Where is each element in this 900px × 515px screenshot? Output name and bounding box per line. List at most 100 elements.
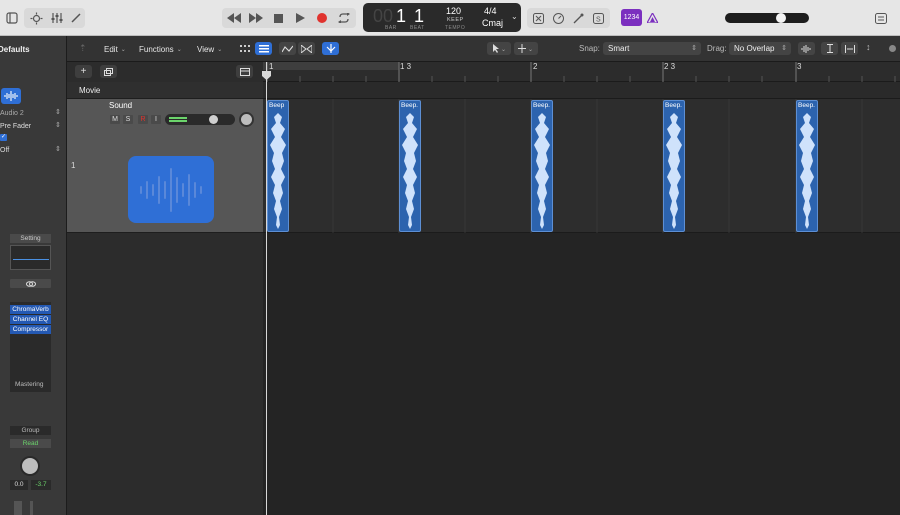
input-monitor-button[interactable]: I <box>151 115 161 124</box>
solo-button[interactable]: S <box>123 115 133 124</box>
replace-icon[interactable] <box>530 9 546 27</box>
movie-track-header[interactable]: Movie <box>67 82 263 99</box>
inspector-title[interactable]: Defaults <box>0 45 30 54</box>
drag-select[interactable]: No Overlap ⇕ <box>729 42 791 55</box>
lcd-tempo: 120 <box>446 6 462 16</box>
setting-button[interactable]: Setting <box>10 234 51 243</box>
audio-region[interactable]: Beep. <box>399 100 421 232</box>
automation-stepper-icon[interactable]: ⇕ <box>55 145 61 153</box>
lcd-beat: 1 <box>414 6 425 26</box>
link-icon[interactable] <box>10 279 51 288</box>
global-tracks-icon[interactable] <box>236 65 253 78</box>
resize-icon[interactable]: ↕ <box>866 42 871 52</box>
send-position-label[interactable]: Pre Fader <box>0 123 31 130</box>
output-stepper-icon[interactable]: ⇕ <box>55 108 61 116</box>
track-meter <box>169 117 187 119</box>
track-volume-knob[interactable] <box>209 115 218 124</box>
count-in-icon[interactable] <box>570 9 586 27</box>
duplicate-track-icon[interactable] <box>100 65 117 78</box>
fast-forward-icon[interactable] <box>247 9 265 27</box>
mute-button[interactable]: M <box>110 115 120 124</box>
ruler-label: 1 3 <box>400 62 412 71</box>
fader-cap[interactable] <box>14 501 22 515</box>
automation-read-button[interactable]: Read <box>10 439 51 448</box>
rewind-icon[interactable] <box>225 9 243 27</box>
snap-label: Snap: <box>579 44 600 53</box>
plugin-slot-compressor[interactable]: Compressor <box>10 325 51 334</box>
snap-select[interactable]: Smart ⇕ <box>603 42 701 55</box>
catch-playhead-icon[interactable] <box>322 42 339 55</box>
cycle-icon[interactable] <box>336 9 352 27</box>
vertical-zoom-icon[interactable] <box>821 42 838 55</box>
play-icon[interactable] <box>292 9 308 27</box>
movie-lane[interactable] <box>263 82 900 99</box>
smart-controls-icon[interactable] <box>28 9 44 27</box>
tuner-icon[interactable] <box>550 9 566 27</box>
master-volume-slider[interactable] <box>725 13 809 23</box>
group-button[interactable]: Group <box>10 426 51 435</box>
pan-knob[interactable] <box>20 456 40 476</box>
grid-view-icon[interactable] <box>236 42 253 55</box>
track-pan-knob[interactable] <box>239 112 254 127</box>
eq-display[interactable] <box>10 245 51 270</box>
list-editors-icon[interactable] <box>873 9 889 27</box>
editors-icon[interactable] <box>68 9 84 27</box>
arrange-empty-area[interactable] <box>263 233 900 515</box>
stop-icon[interactable] <box>270 9 286 27</box>
audio-region[interactable]: Beep. <box>663 100 685 232</box>
crosshair-tool-icon[interactable]: ⌄ <box>514 42 538 55</box>
svg-text:⌄: ⌄ <box>528 47 533 53</box>
automation-mode-label[interactable]: Off <box>0 147 9 154</box>
send-stepper-icon[interactable]: ⇕ <box>55 121 61 129</box>
audio-region[interactable]: Beep. <box>796 100 818 232</box>
list-view-icon[interactable] <box>255 42 272 55</box>
view-menu[interactable]: View ⌄ <box>197 42 222 56</box>
mastering-label[interactable]: Mastering <box>15 381 44 388</box>
track-waveform-icon <box>128 156 214 223</box>
drag-value: No Overlap <box>734 44 775 53</box>
record-enable-button[interactable]: R <box>138 115 148 124</box>
mixer-icon[interactable] <box>49 9 65 27</box>
lcd-dim-digits: 00 <box>373 6 394 26</box>
stepper-icon: ⇕ <box>781 45 787 52</box>
region-title: Beep <box>269 102 285 109</box>
view-menu-label: View <box>197 44 215 54</box>
output-label[interactable]: Audio 2 <box>0 110 24 117</box>
library-icon[interactable] <box>4 9 20 27</box>
lcd-bar: 1 <box>396 6 407 26</box>
add-track-button[interactable]: + <box>75 65 92 78</box>
ruler[interactable] <box>263 62 900 82</box>
waveform-zoom-icon[interactable] <box>798 42 815 55</box>
record-icon[interactable] <box>314 9 330 27</box>
checkbox-icon[interactable]: ✓ <box>0 134 7 141</box>
master-volume-knob[interactable] <box>776 13 786 23</box>
functions-menu[interactable]: Functions ⌄ <box>139 42 182 56</box>
automation-icon[interactable] <box>279 42 296 55</box>
region-title: Beep. <box>798 102 815 109</box>
up-arrow-icon[interactable]: ⇡ <box>79 43 87 54</box>
horizontal-zoom-icon[interactable] <box>841 42 858 55</box>
lcd-chevron-icon[interactable]: ⌄ <box>511 12 518 21</box>
region-title: Beep. <box>665 102 682 109</box>
lcd-display[interactable]: 00 1 1 BAR BEAT 120 KEEP TEMPO 4/4 Cmaj … <box>363 3 521 32</box>
metronome-icon[interactable]: S <box>590 9 606 27</box>
track-volume-slider[interactable] <box>165 114 235 125</box>
plugin-slot-channel-eq[interactable]: Channel EQ <box>10 315 51 324</box>
tuning-fork-icon[interactable] <box>645 9 659 27</box>
audio-region[interactable]: Beep. <box>531 100 553 232</box>
audio-region[interactable]: Beep <box>267 100 289 232</box>
edit-menu[interactable]: Edit ⌄ <box>104 42 126 56</box>
flex-icon[interactable] <box>298 42 315 55</box>
snap-value: Smart <box>608 44 630 53</box>
inspector-panel: Defaults Audio 2 ⇕ Pre Fader ⇕ ✓ Off ⇕ S… <box>0 36 67 515</box>
playhead[interactable] <box>266 62 267 515</box>
track-name[interactable]: Sound <box>109 101 132 110</box>
plugin-slot-chromaverb[interactable]: ChromaVerb <box>10 305 51 314</box>
overview-dot-icon[interactable] <box>889 45 896 52</box>
ruler-label: 3 <box>797 62 802 71</box>
waveform-icon[interactable] <box>1 88 21 104</box>
lcd-key: Cmaj <box>482 18 504 28</box>
pointer-tool-icon[interactable]: ⌄ <box>487 42 511 55</box>
counter-badge[interactable]: 1234 <box>621 9 642 26</box>
pan-value: 0.0 <box>10 480 28 490</box>
